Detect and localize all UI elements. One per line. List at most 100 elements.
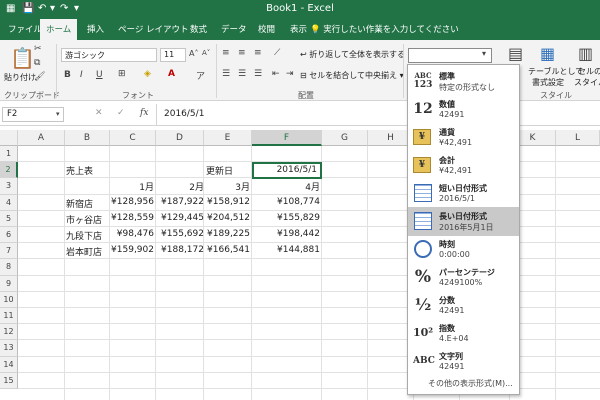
sales-value-cell[interactable]: ¥189,225 (204, 229, 250, 239)
store-name-cell[interactable]: 市ヶ谷店 (66, 213, 102, 226)
cell-styles-icon[interactable]: ▥ (578, 44, 593, 63)
formula-input[interactable]: 2016/5/1 (164, 109, 204, 119)
sales-value-cell[interactable]: ¥98,476 (110, 229, 154, 239)
grow-font-icon[interactable]: A˄ (189, 49, 198, 58)
row-header[interactable]: 9 (0, 275, 18, 292)
row-header[interactable]: 8 (0, 259, 18, 276)
month-header[interactable]: 2月 (156, 180, 204, 193)
name-box[interactable]: F2 (2, 107, 64, 122)
month-header[interactable]: 3月 (204, 180, 250, 193)
tab-data[interactable]: データ (221, 23, 247, 35)
tab-formulas[interactable]: 数式 (190, 23, 207, 35)
number-format-item[interactable]: ¥ 通貨 ¥42,491 (408, 123, 519, 152)
align-left-icon[interactable]: ☰ (222, 69, 230, 79)
column-header[interactable]: G (322, 130, 368, 146)
italic-button[interactable]: I (80, 70, 83, 80)
row-header[interactable]: 10 (0, 291, 18, 308)
row-header[interactable]: 7 (0, 243, 18, 260)
column-header[interactable]: A (18, 130, 65, 146)
increase-indent-icon[interactable]: ⇥ (286, 69, 294, 79)
merge-center-button[interactable]: ⊟ セルを結合して中央揃え ▾ (300, 70, 404, 81)
column-header[interactable]: B (65, 130, 110, 146)
column-header[interactable]: C (110, 130, 156, 146)
number-format-item[interactable]: 10² 指数 4.E+04 (408, 319, 519, 348)
shrink-font-icon[interactable]: A˅ (202, 49, 210, 57)
column-header[interactable]: D (156, 130, 204, 146)
format-painter-icon[interactable]: 🖌 (34, 72, 45, 82)
format-as-table-label-2[interactable]: 書式設定 (532, 77, 564, 88)
sales-value-cell[interactable]: ¥166,541 (204, 245, 250, 255)
sales-value-cell[interactable]: ¥158,912 (204, 197, 250, 207)
chevron-down-icon[interactable]: ▾ (56, 110, 60, 118)
row-header[interactable]: 4 (0, 194, 18, 211)
cell-b2-title[interactable]: 売上表 (66, 164, 93, 177)
cut-icon[interactable]: ✂ (34, 44, 42, 54)
sales-value-cell[interactable]: ¥128,559 (110, 213, 154, 223)
number-format-item[interactable]: ¥ 会計 ¥42,491 (408, 151, 519, 180)
sales-value-cell[interactable]: ¥129,445 (156, 213, 204, 223)
select-all-corner[interactable] (0, 130, 18, 146)
format-as-table-label-1[interactable]: テーブルとして (528, 66, 583, 77)
sales-value-cell[interactable]: ¥188,172 (156, 245, 204, 255)
wrap-text-button[interactable]: ↩ 折り返して全体を表示する (300, 49, 405, 60)
tab-home[interactable]: ホーム (40, 19, 78, 40)
underline-button[interactable]: U (96, 70, 103, 80)
cell-e2-updated-label[interactable]: 更新日 (206, 164, 233, 177)
row-header[interactable]: 13 (0, 340, 18, 357)
tab-view[interactable]: 表示 (290, 23, 307, 35)
number-format-item[interactable]: ABC 文字列 42491 (408, 347, 519, 376)
row-header[interactable]: 12 (0, 324, 18, 341)
align-bottom-icon[interactable]: ≡ (254, 48, 262, 58)
number-format-item[interactable]: ABC 123 標準 特定の形式なし (408, 67, 519, 96)
number-format-item[interactable]: % パーセンテージ 4249100% (408, 263, 519, 292)
paste-icon[interactable]: 📋 (10, 46, 35, 70)
tab-review[interactable]: 校閲 (258, 23, 275, 35)
sales-value-cell[interactable]: ¥128,956 (110, 197, 154, 207)
row-header[interactable]: 2 (0, 162, 18, 179)
sales-value-cell[interactable]: ¥155,829 (252, 213, 320, 223)
align-top-icon[interactable]: ≡ (222, 48, 230, 58)
phonetic-icon[interactable]: ア (196, 69, 205, 82)
align-center-icon[interactable]: ☰ (238, 69, 246, 79)
enter-icon[interactable]: ✓ (117, 108, 125, 118)
number-format-item[interactable]: 時刻 0:00:00 (408, 235, 519, 264)
number-format-item[interactable]: 短い日付形式 2016/5/1 (408, 179, 519, 208)
sales-value-cell[interactable]: ¥155,692 (156, 229, 204, 239)
bold-button[interactable]: B (64, 70, 71, 80)
sales-value-cell[interactable]: ¥204,512 (204, 213, 250, 223)
number-format-item[interactable]: ½ 分数 42491 (408, 291, 519, 320)
sales-value-cell[interactable]: ¥198,442 (252, 229, 320, 239)
more-number-formats-link[interactable]: その他の表示形式(M)... (428, 378, 513, 389)
conditional-format-icon[interactable]: ▤ (508, 44, 523, 63)
number-format-item[interactable]: 長い日付形式 2016年5月1日 (408, 207, 519, 236)
tell-me-box[interactable]: 💡 実行したい作業を入力してください (310, 23, 459, 35)
column-header[interactable]: L (556, 130, 600, 146)
tab-page-layout[interactable]: ページ レイアウト (118, 23, 189, 35)
row-header[interactable]: 1 (0, 146, 18, 163)
font-color-icon[interactable]: A (168, 69, 175, 79)
number-format-item[interactable]: 12 数値 42491 (408, 95, 519, 124)
number-format-box[interactable] (408, 48, 492, 63)
format-as-table-icon[interactable]: ▦ (540, 44, 555, 63)
cell-f2-selected[interactable]: 2016/5/1 (252, 162, 322, 179)
store-name-cell[interactable]: 新宿店 (66, 197, 93, 210)
store-name-cell[interactable]: 九段下店 (66, 229, 102, 242)
font-size-box[interactable]: 11 (160, 48, 186, 62)
tab-insert[interactable]: 挿入 (87, 23, 104, 35)
row-header[interactable]: 11 (0, 308, 18, 325)
cell-styles-label-2[interactable]: スタイル (574, 77, 600, 88)
font-name-box[interactable]: 游ゴシック (61, 48, 157, 62)
fill-color-icon[interactable]: ◈ (144, 69, 151, 79)
row-header[interactable]: 14 (0, 356, 18, 373)
month-header[interactable]: 4月 (252, 180, 320, 193)
store-name-cell[interactable]: 岩本町店 (66, 245, 102, 258)
row-header[interactable]: 3 (0, 178, 18, 195)
sales-value-cell[interactable]: ¥144,881 (252, 245, 320, 255)
month-header[interactable]: 1月 (110, 180, 154, 193)
orientation-icon[interactable]: ⟋ (274, 48, 280, 58)
column-header[interactable]: E (204, 130, 252, 146)
paste-label[interactable]: 貼り付け (4, 72, 36, 83)
sales-value-cell[interactable]: ¥159,902 (110, 245, 154, 255)
insert-function-icon[interactable]: fx (140, 108, 148, 118)
align-middle-icon[interactable]: ≡ (238, 48, 246, 58)
